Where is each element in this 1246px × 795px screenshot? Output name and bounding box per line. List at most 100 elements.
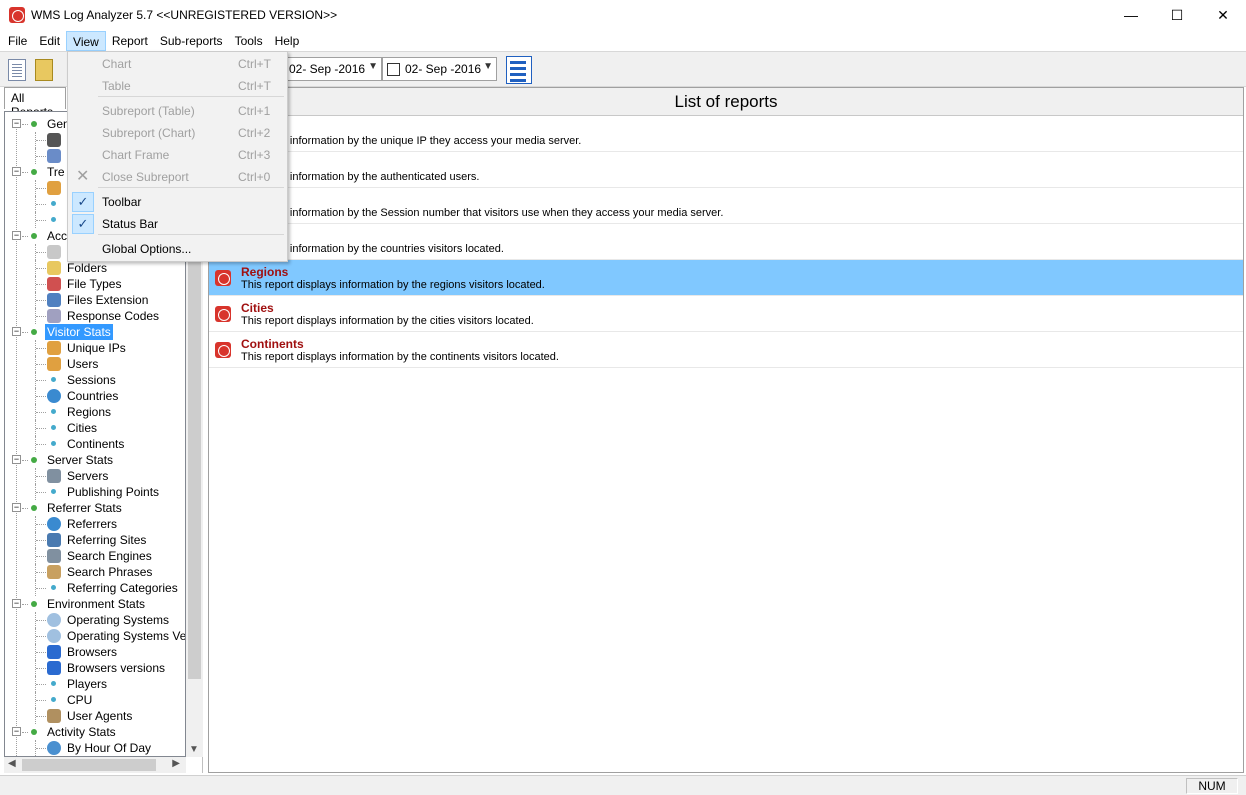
tree-item[interactable]: Users: [5, 356, 185, 372]
doc-icon: [47, 245, 61, 259]
tree-item[interactable]: Browsers: [5, 644, 185, 660]
tree-item[interactable]: Continents: [5, 436, 185, 452]
tree-item[interactable]: Publishing Points: [5, 484, 185, 500]
scroll-thumb[interactable]: [22, 759, 156, 771]
menu-item-chart-frame[interactable]: Chart Frame Ctrl+3: [70, 144, 286, 166]
tree-item[interactable]: Cities: [5, 420, 185, 436]
menu-help[interactable]: Help: [269, 31, 306, 51]
minimize-button[interactable]: —: [1108, 0, 1154, 30]
menu-report[interactable]: Report: [106, 31, 154, 51]
scroll-down-icon[interactable]: ▼: [189, 744, 199, 755]
collapse-icon[interactable]: −: [12, 119, 21, 128]
menu-item-close-subreport[interactable]: ✕ Close Subreport Ctrl+0: [70, 166, 286, 188]
tree-label: Unique IPs: [67, 341, 126, 355]
user-icon: [47, 341, 61, 355]
tree-item[interactable]: Operating Systems Versio: [5, 628, 185, 644]
tree-item[interactable]: File Types: [5, 276, 185, 292]
menu-item-toolbar[interactable]: ✓ Toolbar: [70, 191, 286, 213]
tree-item[interactable]: Referring Categories: [5, 580, 185, 596]
collapse-icon[interactable]: −: [12, 727, 21, 736]
tree-connector: [36, 540, 46, 541]
monitor-icon: [47, 533, 61, 547]
tree-item[interactable]: Countries: [5, 388, 185, 404]
report-title: Continents: [241, 337, 304, 351]
collapse-icon[interactable]: −: [12, 167, 21, 176]
menu-file[interactable]: File: [2, 31, 33, 51]
tree-label: Response Codes: [67, 309, 160, 323]
scroll-left-icon[interactable]: ◀: [8, 758, 16, 769]
tree-item[interactable]: Regions: [5, 404, 185, 420]
tree-connector: [36, 252, 46, 253]
tree-item[interactable]: Browsers versions: [5, 660, 185, 676]
date-to-checkbox[interactable]: [387, 62, 400, 76]
report-description: This report displays information by the …: [241, 351, 559, 363]
menu-sub-reports[interactable]: Sub-reports: [154, 31, 229, 51]
tree-item[interactable]: Players: [5, 676, 185, 692]
tree-item[interactable]: Files Extension: [5, 292, 185, 308]
tree-item[interactable]: Search Engines: [5, 548, 185, 564]
report-list-item[interactable]: Pst displays information by the unique I…: [209, 116, 1243, 152]
tree-item[interactable]: Folders: [5, 260, 185, 276]
menu-item-subreport-chart[interactable]: Subreport (Chart) Ctrl+2: [70, 122, 286, 144]
tree-item[interactable]: Search Phrases: [5, 564, 185, 580]
report-list-item[interactable]: t displays information by the Session nu…: [209, 188, 1243, 224]
close-button[interactable]: ✕: [1200, 0, 1246, 30]
tree-horizontal-scrollbar[interactable]: ◀ ▶: [4, 757, 186, 773]
collapse-icon[interactable]: −: [12, 599, 21, 608]
tree-item[interactable]: User Agents: [5, 708, 185, 724]
tree-group[interactable]: − Activity Stats: [5, 724, 185, 740]
tree-connector: [36, 428, 46, 429]
item-bullet-icon: [51, 681, 56, 686]
layout-icon[interactable]: [506, 56, 532, 84]
open-log-button[interactable]: [31, 56, 57, 84]
tree-group[interactable]: − Visitor Stats: [5, 324, 185, 340]
menu-tools[interactable]: Tools: [229, 31, 269, 51]
collapse-icon[interactable]: −: [12, 455, 21, 464]
tree-connector: [36, 620, 46, 621]
tree-item[interactable]: Referring Sites: [5, 532, 185, 548]
report-list-panel: List of reports Pst displays information…: [208, 87, 1244, 773]
scroll-right-icon[interactable]: ▶: [172, 758, 180, 769]
report-list-item[interactable]: Continents This report displays informati…: [209, 332, 1243, 368]
menu-view[interactable]: View: [66, 30, 106, 51]
menu-item-subreport-table[interactable]: Subreport (Table) Ctrl+1: [70, 100, 286, 122]
tree-item[interactable]: Servers: [5, 468, 185, 484]
menu-item-global-options[interactable]: Global Options...: [70, 238, 286, 260]
collapse-icon[interactable]: −: [12, 503, 21, 512]
date-to-picker[interactable]: 02- Sep -2016 ▼: [382, 57, 497, 81]
menu-item-label: Chart: [102, 57, 132, 71]
report-list-item[interactable]: t displays information by the authentica…: [209, 152, 1243, 188]
collapse-icon[interactable]: −: [12, 231, 21, 240]
tree-connector: [36, 524, 46, 525]
menu-item-label: Subreport (Chart): [102, 126, 196, 140]
report-description: t displays information by the Session nu…: [241, 207, 724, 219]
report-list-item[interactable]: Cities This report displays information b…: [209, 296, 1243, 332]
collapse-icon[interactable]: −: [12, 327, 21, 336]
report-list-item[interactable]: st displays information by the countries…: [209, 224, 1243, 260]
tree-item[interactable]: Referrers: [5, 516, 185, 532]
tree-item[interactable]: Operating Systems: [5, 612, 185, 628]
menu-item-status-bar[interactable]: ✓ Status Bar: [70, 213, 286, 235]
tree-connector: [36, 492, 46, 493]
menu-edit[interactable]: Edit: [33, 31, 66, 51]
menu-item-table[interactable]: Table Ctrl+T: [70, 75, 286, 97]
chevron-down-icon[interactable]: ▼: [368, 61, 378, 72]
tree-label: File Types: [67, 277, 122, 291]
tree-item[interactable]: Sessions: [5, 372, 185, 388]
tree-group[interactable]: − Environment Stats: [5, 596, 185, 612]
user-icon: [47, 357, 61, 371]
new-report-button[interactable]: [4, 56, 30, 84]
tree-item[interactable]: By Hour Of Day: [5, 740, 185, 756]
tree-label: Cities: [67, 421, 98, 435]
maximize-button[interactable]: ☐: [1154, 0, 1200, 30]
tree-item[interactable]: CPU: [5, 692, 185, 708]
tab-all-reports[interactable]: All Reports: [4, 87, 66, 119]
tree-item[interactable]: Response Codes: [5, 308, 185, 324]
tree-group[interactable]: − Server Stats: [5, 452, 185, 468]
tree-group[interactable]: − Referrer Stats: [5, 500, 185, 516]
report-list-item[interactable]: Regions This report displays information …: [209, 260, 1243, 296]
date-from-picker[interactable]: 02- Sep -2016 ▼: [284, 57, 382, 81]
tree-item[interactable]: Unique IPs: [5, 340, 185, 356]
menu-item-chart[interactable]: Chart Ctrl+T: [70, 53, 286, 75]
chevron-down-icon[interactable]: ▼: [483, 61, 493, 72]
